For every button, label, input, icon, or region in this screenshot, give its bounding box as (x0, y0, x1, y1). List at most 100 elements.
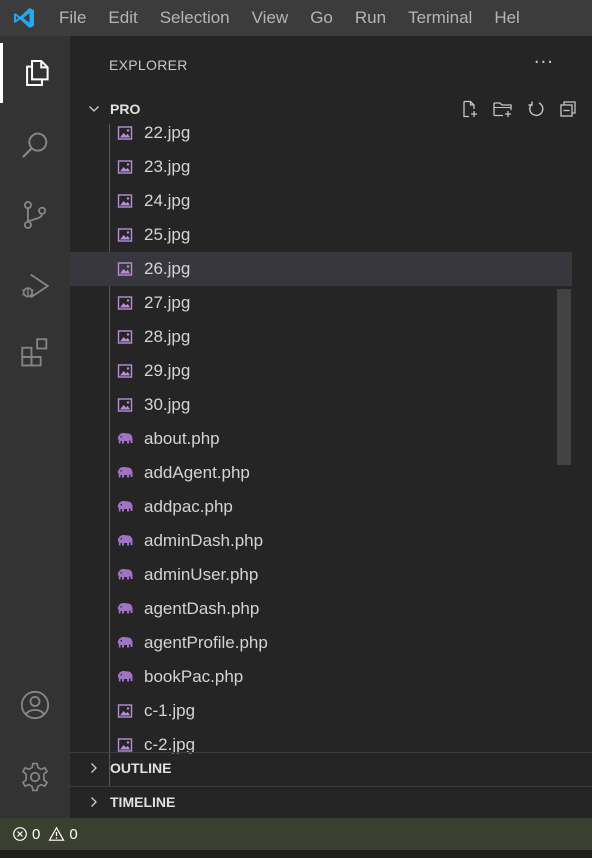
image-file-icon (116, 158, 134, 176)
file-name: 23.jpg (144, 157, 191, 176)
new-folder-button[interactable] (492, 99, 514, 119)
file-name: agentProfile.php (144, 633, 268, 652)
search-icon (22, 132, 48, 158)
php-file-icon (116, 430, 134, 448)
file-name: 30.jpg (144, 395, 191, 414)
file-item[interactable]: agentDash.php (70, 592, 572, 626)
php-file-icon (116, 566, 134, 584)
folder-section-pro[interactable]: PRO (70, 94, 592, 124)
menu-bar: File Edit Selection View Go Run Terminal Hel (48, 8, 531, 28)
chevron-right-icon (88, 762, 102, 774)
settings-gear-icon (21, 762, 49, 792)
file-name: 25.jpg (144, 225, 191, 244)
account-activity-button[interactable] (0, 675, 70, 735)
php-file-icon (116, 600, 134, 618)
file-name: agentDash.php (144, 599, 260, 618)
file-item[interactable]: addpac.php (70, 490, 572, 524)
explorer-sidebar: EXPLORER ··· PRO 22.jpg 23.jpg 24.jpg 25… (70, 36, 592, 818)
php-file-icon (116, 498, 134, 516)
menu-item-hel[interactable]: Hel (483, 8, 531, 28)
image-file-icon (116, 192, 134, 210)
file-name: c-1.jpg (144, 701, 196, 720)
file-name: 24.jpg (144, 191, 191, 210)
file-name: addAgent.php (144, 463, 250, 482)
php-file-icon (116, 668, 134, 686)
outline-section[interactable]: OUTLINE (70, 752, 592, 782)
menu-item-go[interactable]: Go (299, 8, 344, 28)
vscode-logo-icon (0, 0, 48, 36)
image-file-icon (116, 362, 134, 380)
file-item[interactable]: 30.jpg (70, 388, 572, 422)
more-actions-button[interactable]: ··· (534, 52, 554, 73)
error-icon (13, 827, 27, 841)
timeline-title: TIMELINE (110, 793, 176, 810)
file-item[interactable]: c-1.jpg (70, 694, 572, 728)
file-item[interactable]: 24.jpg (70, 184, 572, 218)
image-file-icon (116, 396, 134, 414)
new-folder-icon (493, 102, 512, 117)
files-icon (25, 59, 49, 87)
refresh-icon (528, 101, 544, 117)
file-item[interactable]: 28.jpg (70, 320, 572, 354)
folder-name: PRO (110, 101, 141, 117)
file-item[interactable]: agentProfile.php (70, 626, 572, 660)
file-tree: 22.jpg 23.jpg 24.jpg 25.jpg 26.jpg 27.jpg 28.j… (70, 124, 572, 786)
run-debug-activity-button[interactable] (0, 256, 70, 316)
explorer-activity-button[interactable] (0, 43, 70, 103)
file-item[interactable]: addAgent.php (70, 456, 572, 490)
menu-item-terminal[interactable]: Terminal (397, 8, 483, 28)
file-item[interactable]: 25.jpg (70, 218, 572, 252)
file-item[interactable]: 22.jpg (70, 124, 572, 150)
timeline-section[interactable]: TIMELINE (70, 786, 592, 816)
collapse-all-icon (560, 101, 576, 117)
file-item[interactable]: bookPac.php (70, 660, 572, 694)
file-name: 28.jpg (144, 327, 191, 346)
file-item[interactable]: 26.jpg (70, 252, 572, 286)
chevron-down-icon (88, 103, 102, 115)
file-name: about.php (144, 429, 220, 448)
image-file-icon (116, 702, 134, 720)
manage-activity-button[interactable] (0, 747, 70, 807)
file-name: 29.jpg (144, 361, 191, 380)
menu-item-selection[interactable]: Selection (149, 8, 241, 28)
window-bottom-edge (0, 850, 592, 858)
source-control-activity-button[interactable] (0, 185, 70, 245)
image-file-icon (116, 328, 134, 346)
folder-actions (460, 94, 578, 124)
warning-count: 0 (69, 825, 78, 843)
activity-bar (0, 36, 70, 818)
file-name: 22.jpg (144, 124, 191, 142)
warning-icon (48, 826, 65, 841)
image-file-icon (116, 124, 134, 142)
menu-item-view[interactable]: View (241, 8, 300, 28)
php-file-icon (116, 634, 134, 652)
image-file-icon (116, 226, 134, 244)
explorer-scrollbar[interactable] (557, 289, 571, 465)
source-control-icon (23, 201, 47, 229)
file-item[interactable]: adminUser.php (70, 558, 572, 592)
file-item[interactable]: 27.jpg (70, 286, 572, 320)
title-bar: File Edit Selection View Go Run Terminal Hel (0, 0, 592, 36)
menu-item-edit[interactable]: Edit (97, 8, 148, 28)
php-file-icon (116, 532, 134, 550)
extensions-activity-button[interactable] (0, 322, 70, 382)
file-item[interactable]: 29.jpg (70, 354, 572, 388)
file-name: 26.jpg (144, 259, 191, 278)
new-file-button[interactable] (460, 99, 480, 119)
menu-item-run[interactable]: Run (344, 8, 397, 28)
php-file-icon (116, 464, 134, 482)
file-item[interactable]: about.php (70, 422, 572, 456)
error-count: 0 (32, 825, 41, 843)
file-item[interactable]: adminDash.php (70, 524, 572, 558)
collapse-folders-button[interactable] (558, 99, 578, 119)
refresh-explorer-button[interactable] (526, 99, 546, 119)
outline-title: OUTLINE (110, 759, 172, 776)
file-item[interactable]: 23.jpg (70, 150, 572, 184)
file-name: adminUser.php (144, 565, 259, 584)
new-file-icon (463, 100, 477, 118)
problems-status[interactable]: 0 0 (12, 826, 78, 843)
search-activity-button[interactable] (0, 115, 70, 175)
file-name: bookPac.php (144, 667, 244, 686)
image-file-icon (116, 260, 134, 278)
menu-item-file[interactable]: File (48, 8, 97, 28)
